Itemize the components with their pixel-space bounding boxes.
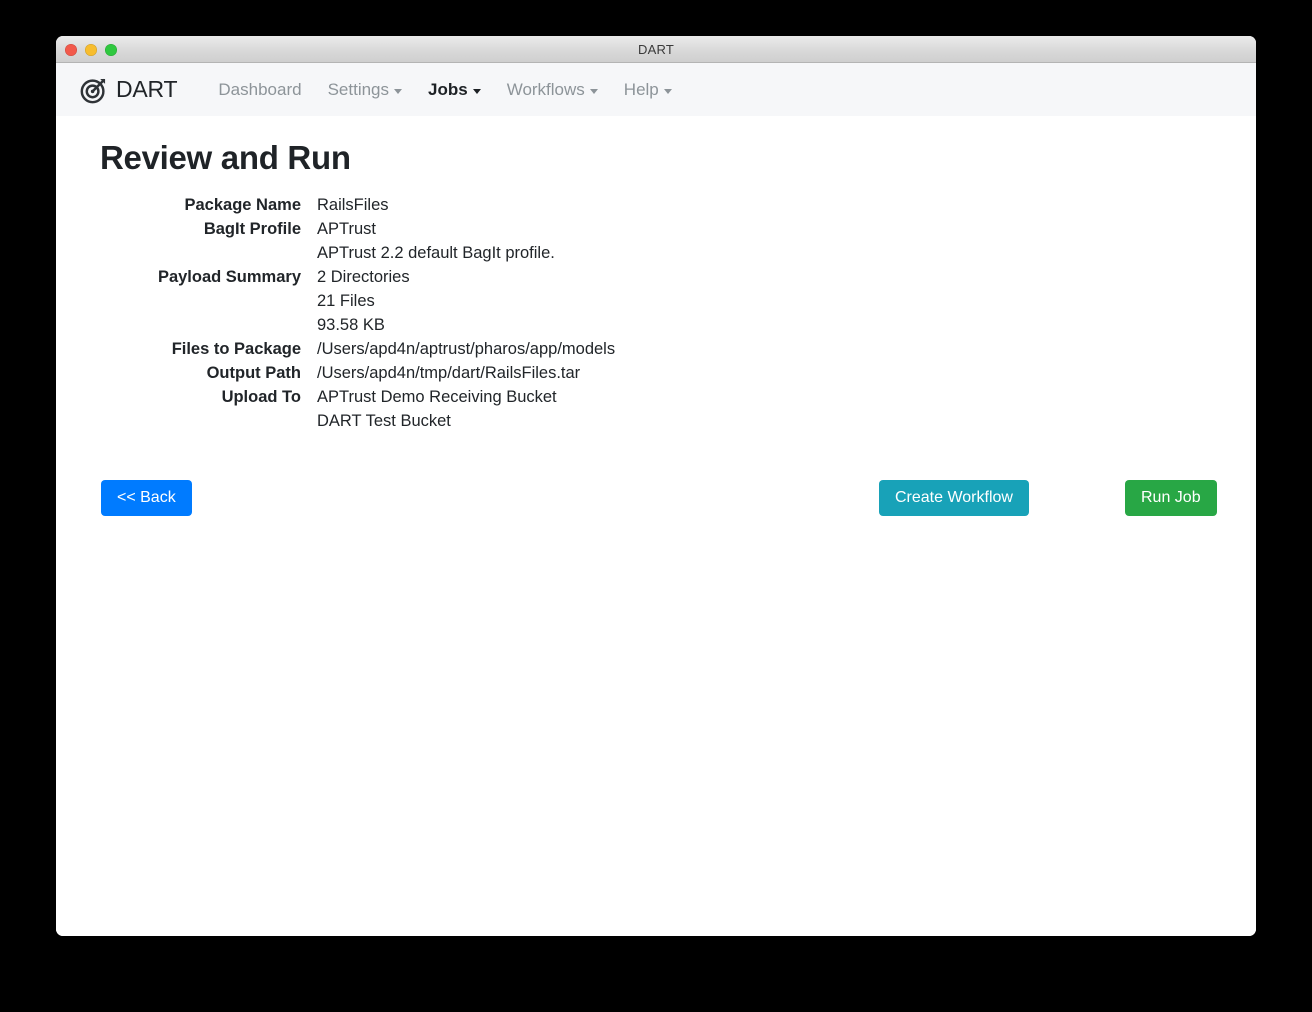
nav-item-help[interactable]: Help bbox=[611, 80, 685, 100]
nav-items: Dashboard Settings Jobs Workflows Help bbox=[205, 80, 684, 100]
chevron-down-icon bbox=[663, 88, 672, 94]
window-title: DART bbox=[638, 41, 674, 57]
table-row: Output Path /Users/apd4n/tmp/dart/RailsF… bbox=[100, 361, 615, 385]
window-titlebar: DART bbox=[56, 36, 1256, 63]
chevron-down-icon bbox=[589, 88, 598, 94]
target-arrow-logo-icon bbox=[79, 75, 109, 105]
table-row: Upload To APTrust Demo Receiving Bucket bbox=[100, 385, 615, 409]
page-title: Review and Run bbox=[100, 139, 351, 176]
row-value: /Users/apd4n/aptrust/pharos/app/models bbox=[317, 340, 616, 358]
row-value: RailsFiles bbox=[317, 196, 389, 214]
nav-item-workflows[interactable]: Workflows bbox=[494, 80, 611, 100]
table-row: Package Name RailsFiles bbox=[100, 193, 615, 217]
nav-item-settings[interactable]: Settings bbox=[315, 80, 415, 100]
nav-item-dashboard[interactable]: Dashboard bbox=[205, 80, 314, 100]
row-value: 21 Files bbox=[317, 292, 375, 310]
table-row: Files to Package /Users/apd4n/aptrust/ph… bbox=[100, 337, 615, 361]
table-row: Payload Summary 2 Directories bbox=[100, 265, 615, 289]
brand-label: DART bbox=[116, 76, 178, 102]
row-label bbox=[100, 313, 317, 337]
table-row: 21 Files bbox=[100, 289, 615, 313]
brand-link[interactable]: DART bbox=[79, 75, 178, 105]
back-button[interactable]: << Back bbox=[101, 480, 192, 516]
row-value: APTrust Demo Receiving Bucket bbox=[317, 388, 557, 406]
row-value: DART Test Bucket bbox=[317, 412, 451, 430]
row-label bbox=[100, 409, 317, 433]
action-button-row: << Back Create Workflow Run Job bbox=[56, 480, 1256, 516]
row-value: APTrust 2.2 default BagIt profile. bbox=[317, 244, 555, 262]
maximize-button[interactable] bbox=[105, 43, 117, 56]
nav-item-label: Help bbox=[623, 79, 659, 99]
review-summary-table: Package Name RailsFiles BagIt Profile AP… bbox=[100, 193, 615, 433]
nav-item-label: Workflows bbox=[506, 79, 585, 99]
table-row: APTrust 2.2 default BagIt profile. bbox=[100, 241, 615, 265]
chevron-down-icon bbox=[394, 88, 403, 94]
minimize-button[interactable] bbox=[85, 43, 97, 56]
table-row: 93.58 KB bbox=[100, 313, 615, 337]
nav-item-label: Dashboard bbox=[218, 79, 302, 99]
row-label bbox=[100, 241, 317, 265]
row-value: APTrust bbox=[317, 220, 376, 238]
row-label: Files to Package bbox=[171, 340, 301, 358]
row-label: Upload To bbox=[221, 388, 301, 406]
nav-item-label: Jobs bbox=[428, 79, 468, 99]
main-navbar: DART Dashboard Settings Jobs Workflows H… bbox=[56, 63, 1256, 116]
row-label: Output Path bbox=[206, 364, 301, 382]
row-value: 93.58 KB bbox=[317, 316, 385, 334]
close-button[interactable] bbox=[65, 43, 77, 56]
row-label: Payload Summary bbox=[157, 268, 301, 286]
application-window: DART DART Dashboard Settings Jobs Workfl… bbox=[56, 36, 1256, 936]
nav-item-label: Settings bbox=[327, 79, 390, 99]
table-row: BagIt Profile APTrust bbox=[100, 217, 615, 241]
row-label: Package Name bbox=[184, 196, 302, 214]
page-content: Review and Run Package Name RailsFiles B… bbox=[56, 116, 1256, 936]
run-job-button[interactable]: Run Job bbox=[1125, 480, 1217, 516]
chevron-down-icon bbox=[472, 88, 481, 94]
row-label bbox=[100, 289, 317, 313]
create-workflow-button[interactable]: Create Workflow bbox=[879, 480, 1029, 516]
table-row: DART Test Bucket bbox=[100, 409, 615, 433]
row-value: /Users/apd4n/tmp/dart/RailsFiles.tar bbox=[317, 364, 581, 382]
row-value: 2 Directories bbox=[317, 268, 410, 286]
window-controls bbox=[65, 36, 117, 63]
row-label: BagIt Profile bbox=[203, 220, 301, 238]
nav-item-jobs[interactable]: Jobs bbox=[415, 80, 494, 100]
